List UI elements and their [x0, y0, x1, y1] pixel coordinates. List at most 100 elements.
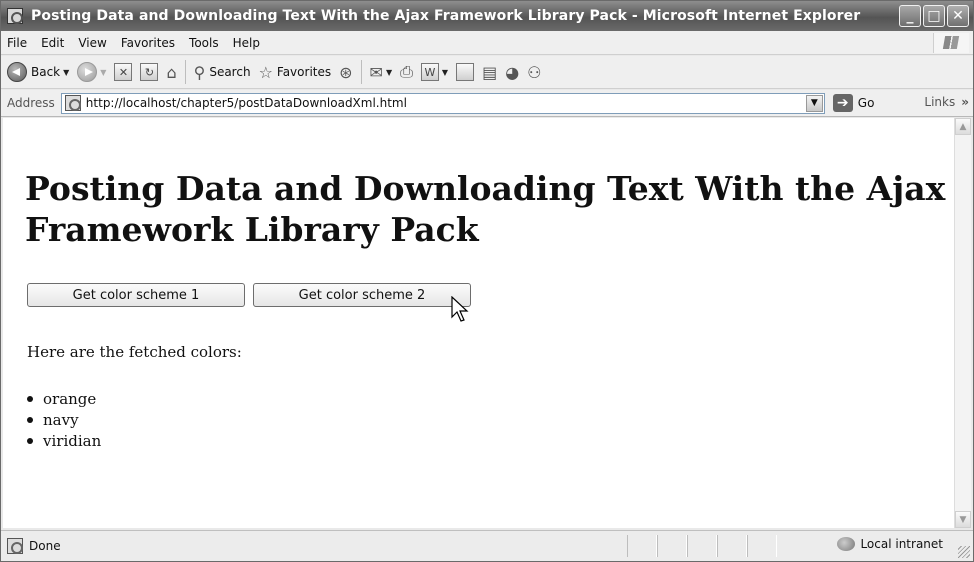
back-label: Back [31, 65, 61, 79]
chevron-down-icon[interactable]: ▼ [100, 68, 106, 77]
page-icon [64, 95, 81, 111]
page-done-icon [7, 538, 23, 554]
status-bar: Done Local intranet [1, 530, 973, 561]
search-label: Search [209, 65, 251, 79]
favorites-label: Favorites [276, 65, 332, 79]
go-arrow-icon: ➔ [832, 94, 853, 112]
discuss-button[interactable] [456, 63, 475, 81]
address-url[interactable]: http://localhost/chapter5/postDataDownlo… [86, 96, 407, 110]
bullet-icon [27, 416, 33, 423]
chevron-down-icon[interactable]: ▼ [805, 94, 823, 112]
forward-arrow-icon [77, 62, 98, 82]
messenger-icon: ◕ [505, 62, 520, 82]
resize-grip-icon[interactable] [958, 546, 970, 558]
button-row: Get color scheme 1 Get color scheme 2 [27, 283, 471, 307]
get-color-scheme-1-button[interactable]: Get color scheme 1 [27, 283, 245, 307]
address-input[interactable]: http://localhost/chapter5/postDataDownlo… [60, 92, 825, 114]
page-heading: Posting Data and Downloading Text With t… [25, 169, 946, 249]
refresh-button[interactable]: ↻ [140, 63, 159, 81]
address-label: Address [7, 96, 55, 110]
print-icon: ⎙ [400, 62, 413, 81]
status-pane [747, 535, 777, 557]
mouse-cursor-icon [451, 296, 469, 322]
history-button[interactable]: ⊛ [339, 63, 352, 82]
close-icon[interactable]: ✕ [947, 5, 969, 27]
color-item-text: orange [43, 389, 97, 408]
home-icon: ⌂ [166, 62, 177, 82]
intranet-icon [837, 537, 856, 551]
color-item-text: navy [43, 410, 79, 429]
scroll-up-icon[interactable]: ▲ [955, 118, 971, 135]
research-icon: ▤ [482, 62, 498, 82]
favorites-button[interactable]: ☆ Favorites [259, 63, 332, 82]
status-pane [657, 535, 687, 557]
back-button[interactable]: Back ▼ [7, 62, 69, 82]
status-pane [717, 535, 747, 557]
mail-button[interactable]: ✉ ▼ [370, 63, 393, 82]
chevron-down-icon[interactable]: ▼ [386, 68, 392, 77]
status-pane [687, 535, 717, 557]
bullet-icon [27, 395, 33, 402]
refresh-icon: ↻ [140, 63, 159, 81]
standard-toolbar: Back ▼ ▼ ✕ ↻ ⌂ ⚲ Search ☆ Favorites ⊛ ✉ … [1, 56, 973, 89]
messenger-button[interactable]: ◕ [505, 63, 519, 82]
menu-tools[interactable]: Tools [189, 36, 219, 50]
word-edit-icon: W [420, 63, 439, 81]
menu-help[interactable]: Help [233, 36, 260, 50]
status-text: Done [29, 539, 61, 553]
chevron-down-icon[interactable]: ▼ [442, 68, 448, 77]
color-list: orange navy viridian [27, 388, 101, 451]
address-bar: Address http://localhost/chapter5/postDa… [1, 90, 973, 117]
list-item: viridian [27, 430, 101, 451]
list-item: orange [27, 388, 101, 409]
zone-label: Local intranet [860, 537, 943, 551]
links-toolbar[interactable]: Links » [924, 95, 969, 109]
people-button[interactable]: ⚇ [527, 63, 541, 82]
scroll-down-icon[interactable]: ▼ [955, 511, 971, 528]
toolbar-separator [360, 60, 362, 84]
chevron-down-icon[interactable]: ▼ [63, 68, 69, 77]
minimize-icon[interactable]: _ [899, 5, 921, 27]
discuss-icon [456, 63, 475, 81]
status-pane [627, 535, 657, 557]
get-color-scheme-2-button[interactable]: Get color scheme 2 [253, 283, 471, 307]
history-icon: ⊛ [339, 62, 353, 82]
home-button[interactable]: ⌂ [166, 63, 176, 82]
forward-button[interactable]: ▼ [77, 62, 106, 82]
ie-app-icon[interactable] [7, 8, 23, 24]
menu-bar: File Edit View Favorites Tools Help [1, 31, 973, 55]
window-title: Posting Data and Downloading Text With t… [31, 8, 861, 24]
links-label: Links [924, 95, 956, 109]
menu-view[interactable]: View [78, 36, 106, 50]
page-content: Posting Data and Downloading Text With t… [3, 118, 955, 528]
chevron-right-icon[interactable]: » [961, 95, 969, 109]
stop-button[interactable]: ✕ [114, 63, 133, 81]
bullet-icon [27, 437, 33, 444]
mail-icon: ✉ [369, 62, 383, 82]
browser-window: Posting Data and Downloading Text With t… [0, 0, 974, 562]
menu-edit[interactable]: Edit [41, 36, 64, 50]
research-button[interactable]: ▤ [482, 63, 497, 82]
go-button[interactable]: ➔ Go [832, 94, 875, 112]
toolbar-separator [184, 60, 186, 84]
edit-button[interactable]: W ▼ [420, 63, 448, 81]
go-label: Go [857, 96, 875, 110]
stop-icon: ✕ [114, 63, 133, 81]
windows-logo-icon [933, 33, 969, 53]
security-zone: Local intranet [837, 537, 943, 551]
search-button[interactable]: ⚲ Search [194, 63, 251, 82]
window-controls: _ □ ✕ [899, 5, 969, 27]
search-icon: ⚲ [193, 62, 206, 82]
fetched-colors-label: Here are the fetched colors: [27, 343, 242, 361]
vertical-scrollbar[interactable]: ▲ ▼ [954, 118, 971, 528]
list-item: navy [27, 409, 101, 430]
people-icon: ⚇ [527, 62, 542, 82]
menu-file[interactable]: File [7, 36, 27, 50]
maximize-icon[interactable]: □ [923, 5, 945, 27]
star-icon: ☆ [258, 62, 273, 82]
print-button[interactable]: ⎙ [400, 62, 413, 82]
title-bar[interactable]: Posting Data and Downloading Text With t… [1, 1, 973, 31]
color-item-text: viridian [43, 431, 102, 450]
back-arrow-icon [7, 62, 27, 82]
menu-favorites[interactable]: Favorites [121, 36, 175, 50]
